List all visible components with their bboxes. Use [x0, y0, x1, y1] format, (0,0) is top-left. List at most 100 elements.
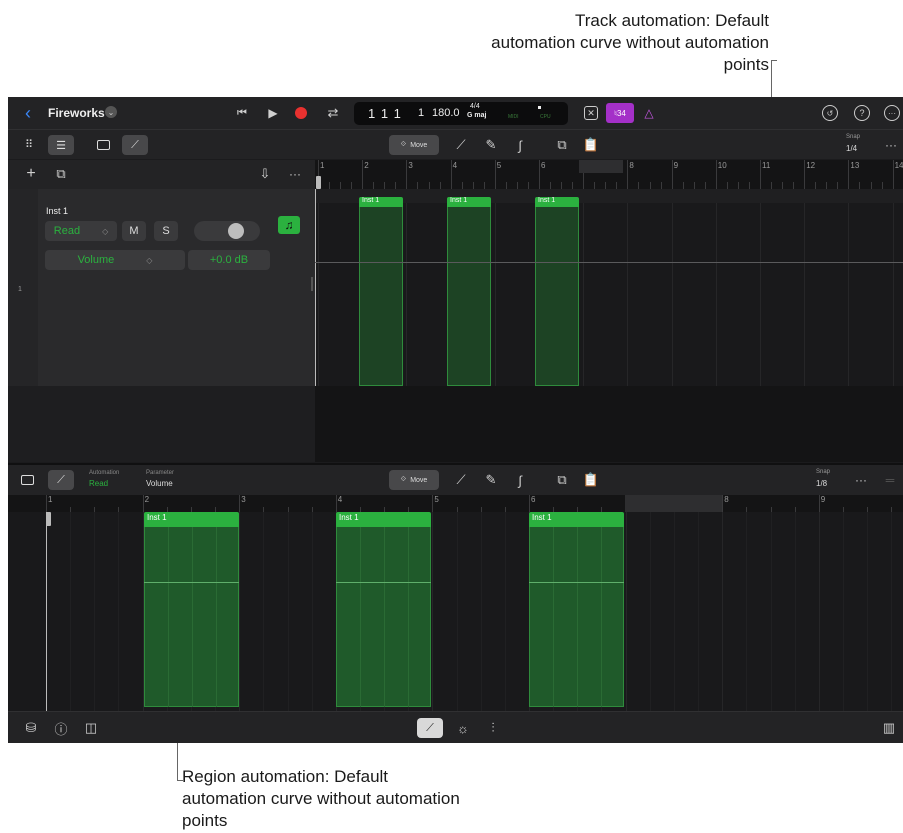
- parameter-value[interactable]: Volume: [146, 479, 173, 488]
- ruler-tick: [561, 182, 563, 189]
- ruler-tick: [737, 182, 739, 189]
- slider-thumb[interactable]: [228, 223, 244, 239]
- automation-value[interactable]: Read: [89, 479, 108, 488]
- ruler-tick: [649, 182, 651, 189]
- parameter-chevron-icon: ◇: [146, 255, 153, 265]
- region-header[interactable]: Inst 1: [359, 197, 403, 207]
- duplicate-track-icon[interactable]: ⧉: [52, 165, 70, 183]
- undo-history-icon[interactable]: ↺: [822, 105, 838, 121]
- track-lane-area[interactable]: Inst 1 Inst 1 Inst 1: [315, 189, 903, 386]
- more-icon[interactable]: ···: [882, 136, 900, 154]
- project-title[interactable]: Fireworks: [48, 106, 105, 120]
- lcd-key: G maj: [467, 112, 487, 119]
- lcd-display[interactable]: 1 1 1 1 180.0 4/4 G maj MIDI CPU: [354, 102, 568, 125]
- region-body[interactable]: [359, 207, 403, 386]
- solo-button[interactable]: S: [154, 221, 178, 241]
- help-icon[interactable]: ?: [854, 105, 870, 121]
- region-automation-curve[interactable]: [529, 582, 624, 583]
- project-menu-chevron-icon[interactable]: ⌄: [105, 106, 117, 118]
- editor-ruler-bar-number: 2: [144, 495, 150, 504]
- ruler-bar-line: [494, 160, 496, 189]
- editor-cycle-indicator[interactable]: [625, 495, 722, 512]
- control-bar: ‹ Fireworks ⌄ ⏮ ▶ ⇄ 1 1 1 1 180.0 4/4 G …: [8, 97, 903, 129]
- automation-parameter-value: Volume: [77, 254, 115, 266]
- automation-toggle-icon[interactable]: ⟋: [122, 135, 148, 155]
- paste-icon[interactable]: 📋: [582, 136, 600, 154]
- more-options-icon[interactable]: ···: [884, 105, 900, 121]
- metronome-icon[interactable]: △: [640, 104, 658, 122]
- editor-more-icon[interactable]: ···: [852, 471, 870, 489]
- track-header[interactable]: 1 Inst 1 Read ◇ M S ♫ Volume ◇ +0.0 dB: [8, 189, 315, 386]
- mute-button[interactable]: M: [122, 221, 146, 241]
- editor-move-tool-button[interactable]: ⟐ Move: [389, 470, 439, 490]
- region-body[interactable]: [447, 207, 491, 386]
- region-body[interactable]: [535, 207, 579, 386]
- editor-region-beat-line: [216, 527, 217, 707]
- editor-region-beat-line: [601, 527, 602, 707]
- library-icon[interactable]: ⛁: [22, 719, 40, 737]
- region-header[interactable]: Inst 1: [535, 197, 579, 207]
- region-automation-curve[interactable]: [336, 582, 431, 583]
- automation-mode-select[interactable]: Read ◇: [45, 221, 117, 241]
- ruler-bar-number: 11: [762, 161, 771, 170]
- editor-toggle-icon[interactable]: [92, 135, 114, 155]
- keyboard-icon[interactable]: ▥: [880, 719, 898, 737]
- editor-curve-tool-icon[interactable]: ∫: [511, 471, 529, 489]
- editor-brush-icon[interactable]: ✎: [482, 471, 500, 489]
- editor-region-header[interactable]: Inst 1: [529, 512, 624, 527]
- region-header[interactable]: Inst 1: [447, 197, 491, 207]
- curve-tool-icon[interactable]: ∫: [511, 136, 529, 154]
- edit-mode-pencil-icon[interactable]: ⟋: [417, 718, 443, 738]
- metronome-off-icon[interactable]: ✕: [584, 106, 598, 120]
- volume-knob-slider[interactable]: [194, 221, 260, 241]
- editor-ruler[interactable]: 123456789: [8, 495, 903, 512]
- editor-copy-icon[interactable]: ⧉: [553, 471, 571, 489]
- automation-mode-value: Read: [53, 225, 81, 237]
- editor-playhead-handle[interactable]: [46, 512, 51, 526]
- brush-icon[interactable]: ✎: [482, 136, 500, 154]
- track-name[interactable]: Inst 1: [46, 206, 68, 216]
- editor-automation-icon[interactable]: ⟋: [48, 470, 74, 490]
- editor-paste-icon[interactable]: 📋: [582, 471, 600, 489]
- editor-beat-line: [698, 512, 700, 711]
- drag-handle-icon[interactable]: ═: [881, 471, 899, 489]
- instrument-icon[interactable]: ♫: [278, 216, 300, 234]
- cycle-region-indicator[interactable]: [579, 160, 623, 173]
- move-tool-button[interactable]: ⟐ Move: [389, 135, 439, 155]
- editor-snap-value[interactable]: 1/8: [816, 479, 827, 488]
- editor-pencil-icon[interactable]: ⟋: [452, 471, 470, 489]
- play-icon[interactable]: ▶: [264, 104, 282, 122]
- grid-view-icon[interactable]: ⠿: [20, 135, 38, 153]
- browser-icon[interactable]: ◫: [82, 719, 100, 737]
- record-icon[interactable]: [295, 107, 307, 119]
- track-automation-curve[interactable]: [315, 262, 903, 263]
- timeline-ruler[interactable]: 1234567891011121314: [315, 160, 903, 189]
- add-track-icon[interactable]: +: [22, 165, 40, 183]
- editor-view-icon[interactable]: [16, 470, 38, 490]
- info-icon[interactable]: ⓘ: [52, 719, 70, 737]
- back-chevron-icon[interactable]: ‹: [20, 103, 36, 123]
- pencil-icon[interactable]: ⟋: [452, 136, 470, 154]
- automation-parameter-select[interactable]: Volume ◇: [45, 250, 185, 270]
- cycle-icon[interactable]: ⇄: [323, 104, 343, 122]
- mixer-icon[interactable]: ⫶: [484, 719, 502, 737]
- tracks-view-icon[interactable]: ☰: [48, 135, 74, 155]
- region-automation-curve[interactable]: [144, 582, 239, 583]
- track-list-more-icon[interactable]: ···: [286, 165, 304, 183]
- go-to-beginning-icon[interactable]: ⏮: [233, 104, 251, 122]
- smart-controls-icon[interactable]: ☼: [454, 719, 472, 737]
- editor-lane-area[interactable]: Inst 1 Inst 1 Inst 1: [8, 512, 903, 711]
- ruler-tick: [483, 182, 485, 189]
- copy-icon[interactable]: ⧉: [553, 136, 571, 154]
- editor-region-beat-line: [408, 527, 409, 707]
- download-icon[interactable]: ⇩: [256, 165, 274, 183]
- snap-value[interactable]: 1/4: [846, 144, 857, 153]
- playhead-handle[interactable]: [316, 176, 321, 189]
- editor-region-header[interactable]: Inst 1: [144, 512, 239, 527]
- editor-region-header[interactable]: Inst 1: [336, 512, 431, 527]
- editor-ruler-bar-number: 1: [48, 495, 53, 504]
- track-resize-handle[interactable]: [311, 277, 313, 291]
- automation-value-field[interactable]: +0.0 dB: [188, 250, 270, 270]
- count-in-button[interactable]: ♮34: [606, 103, 634, 123]
- ruler-bar-number: 12: [806, 161, 816, 170]
